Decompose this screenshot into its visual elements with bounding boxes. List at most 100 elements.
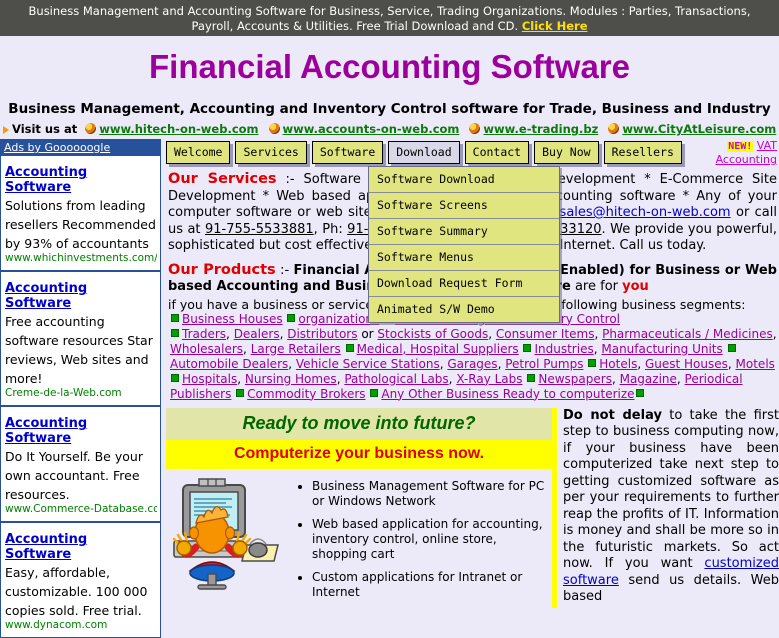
our-products-heading: Our Products	[168, 261, 276, 278]
download-dropdown-menu[interactable]: Software Download Software Screens Softw…	[368, 166, 560, 323]
tab-buy-now[interactable]: Buy Now	[534, 141, 599, 164]
square-bullet-icon	[635, 388, 644, 397]
click-here-link[interactable]: Click Here	[522, 19, 588, 33]
ad-url: Creme-de-la-Web.com	[5, 387, 122, 399]
segment-link[interactable]: Industries	[534, 342, 593, 356]
tab-software[interactable]: Software	[311, 141, 384, 164]
ads-header-label[interactable]: Ads by Goooooogle	[1, 140, 160, 156]
menu-item-software-screens[interactable]: Software Screens	[369, 193, 559, 219]
sales-email-link[interactable]: sales@hitech-on-web.com	[560, 205, 731, 220]
ad-title-link[interactable]: Accounting Software	[5, 281, 157, 311]
phone-link-1[interactable]: 91-755-5533881	[205, 222, 314, 237]
promo-banner-green: Ready to move into future?	[166, 407, 552, 440]
page-title: Financial Accounting Software	[149, 48, 630, 85]
promo-pane: Ready to move into future? Computerize y…	[166, 407, 552, 608]
square-bullet-icon	[236, 388, 245, 397]
square-bullet-icon	[527, 373, 536, 382]
ad-item[interactable]: Accounting Software Free accounting soft…	[1, 272, 160, 407]
our-services-separator: :-	[285, 172, 295, 187]
segment-link[interactable]: Wholesalers	[170, 342, 243, 356]
globe-icon	[85, 123, 97, 134]
primary-navigation: Welcome Services Software Download Conta…	[166, 139, 779, 169]
segment-link[interactable]: Hotels	[599, 357, 637, 371]
vat-accounting-link-2[interactable]: Accounting	[716, 153, 777, 166]
site-link-etrading[interactable]: www.e-trading.bz	[483, 122, 598, 136]
person-at-computer-illustration	[172, 477, 279, 590]
square-bullet-icon	[287, 313, 296, 322]
feature-item: Custom applications for Intranet or Inte…	[312, 570, 552, 600]
segment-link[interactable]: Petrol Pumps	[505, 357, 583, 371]
square-bullet-icon	[727, 343, 736, 352]
segment-or: or	[361, 326, 374, 341]
our-services-text-3: , Ph:	[313, 221, 343, 237]
segment-link[interactable]: Commodity Brokers	[247, 387, 365, 401]
square-bullet-icon	[171, 373, 179, 382]
site-link-accounts[interactable]: www.accounts-on-web.com	[283, 122, 460, 136]
site-link-cityatleisure[interactable]: www.CityAtLeisure.com	[622, 122, 776, 136]
new-vat-accounting-promo: NEW! VAT Accounting	[716, 139, 777, 166]
segment-link[interactable]: Vehicle Service Stations	[296, 357, 440, 371]
page-subtitle: Business Management, Accounting and Inve…	[8, 101, 771, 117]
business-segments-list: Business Houses organizations Vat Accoun…	[170, 311, 777, 401]
square-bullet-icon	[171, 313, 179, 322]
cta-bold-lead: Do not delay	[563, 407, 662, 423]
segment-link[interactable]: Newspapers	[538, 372, 612, 386]
menu-item-software-summary[interactable]: Software Summary	[369, 219, 559, 245]
menu-item-download-request-form[interactable]: Download Request Form	[369, 271, 559, 297]
globe-icon	[608, 123, 620, 134]
ad-item[interactable]: Accounting Software Easy, affordable, cu…	[1, 523, 160, 637]
square-bullet-icon	[345, 343, 354, 352]
menu-item-software-menus[interactable]: Software Menus	[369, 245, 559, 271]
person-at-computer-icon	[166, 475, 284, 594]
segment-link[interactable]: X-Ray Labs	[456, 372, 522, 386]
cta-pane: Do not delay to take the first step to b…	[557, 408, 779, 606]
square-bullet-icon	[588, 358, 597, 367]
menu-item-animated-sw-demo[interactable]: Animated S/W Demo	[369, 297, 559, 322]
new-badge: NEW!	[727, 141, 754, 152]
nav-tab-list: Welcome Services Software Download Conta…	[166, 141, 779, 164]
segment-link[interactable]: Distributors	[287, 327, 357, 341]
segment-link[interactable]: Dealers	[234, 327, 280, 341]
square-bullet-icon	[171, 328, 179, 337]
segment-link[interactable]: Stockists of Goods	[377, 327, 488, 341]
tab-download[interactable]: Download	[388, 141, 460, 164]
segment-link[interactable]: Pathological Labs	[344, 372, 448, 386]
segment-link[interactable]: Garages	[447, 357, 497, 371]
square-bullet-icon	[523, 343, 532, 352]
menu-item-software-download[interactable]: Software Download	[369, 167, 559, 193]
ad-item[interactable]: Accounting Software Solutions from leadi…	[1, 156, 160, 272]
segment-link[interactable]: Any Other Business Ready to computerize	[381, 387, 634, 401]
vat-accounting-link[interactable]: VAT	[757, 139, 777, 152]
triangle-bullet-icon	[3, 125, 9, 134]
features-row: Business Management Software for PC or W…	[166, 469, 552, 608]
ad-title-link[interactable]: Accounting Software	[5, 416, 157, 446]
tab-services[interactable]: Services	[235, 141, 307, 164]
ad-url: www.Commerce-Database.com	[5, 503, 157, 515]
visit-us-label: Visit us at	[12, 122, 78, 136]
ad-title-link[interactable]: Accounting Software	[5, 165, 157, 195]
segment-link[interactable]: Nursing Homes	[245, 372, 337, 386]
segment-link[interactable]: Consumer Items	[496, 327, 595, 341]
sidebar-ads-column: Ads by Goooooogle Accounting Software So…	[0, 139, 163, 638]
segment-link[interactable]: Guest Houses	[645, 357, 728, 371]
ad-body-text: Do It Yourself. Be your own accountant. …	[5, 449, 143, 502]
segment-link[interactable]: Motels	[736, 357, 775, 371]
top-announcement-bar: Business Management and Accounting Softw…	[0, 0, 779, 36]
tab-welcome[interactable]: Welcome	[166, 141, 231, 164]
segment-link[interactable]: Magazine	[620, 372, 677, 386]
feature-item: Business Management Software for PC or W…	[312, 479, 552, 509]
segment-link[interactable]: Large Retailers	[251, 342, 341, 356]
segment-link[interactable]: Hospitals	[182, 372, 237, 386]
site-link-hitech[interactable]: www.hitech-on-web.com	[99, 122, 258, 136]
segment-link[interactable]: Traders	[182, 327, 226, 341]
tab-resellers[interactable]: Resellers	[603, 141, 682, 164]
segment-link[interactable]: Pharmaceuticals / Medicines	[602, 327, 773, 341]
segment-link[interactable]: Manufacturing Units	[601, 342, 722, 356]
square-bullet-icon	[370, 388, 379, 397]
ad-item[interactable]: Accounting Software Do It Yourself. Be y…	[1, 407, 160, 523]
segment-link[interactable]: Business Houses	[182, 312, 283, 326]
segment-link[interactable]: Medical, Hospital Suppliers	[357, 342, 519, 356]
segment-link[interactable]: Automobile Dealers	[170, 357, 288, 371]
tab-contact[interactable]: Contact	[464, 141, 530, 164]
ad-title-link[interactable]: Accounting Software	[5, 532, 157, 562]
